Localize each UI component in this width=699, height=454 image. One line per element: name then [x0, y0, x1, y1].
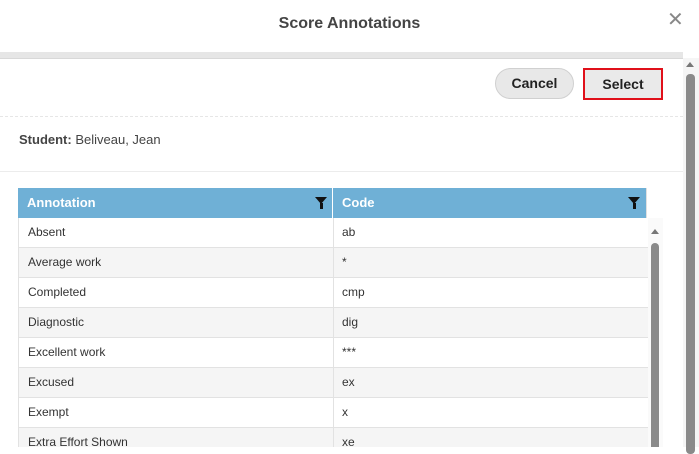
column-header-annotation[interactable]: Annotation — [19, 188, 333, 218]
code-cell: xe — [342, 435, 355, 447]
filter-icon[interactable] — [315, 197, 327, 209]
dialog-header: Score Annotations ✕ — [0, 0, 699, 52]
close-icon[interactable]: ✕ — [667, 10, 684, 30]
annotations-grid: Annotation Code Absent ab Average work * C… — [18, 188, 663, 447]
table-row[interactable]: Average work * — [18, 248, 648, 278]
code-cell: cmp — [342, 285, 365, 299]
column-header-code[interactable]: Code — [334, 188, 646, 218]
divider — [0, 116, 683, 117]
table-row[interactable]: Excused ex — [18, 368, 648, 398]
annotation-cell: Exempt — [18, 398, 334, 427]
column-header-label: Code — [342, 195, 375, 210]
annotation-cell: Excellent work — [18, 338, 334, 367]
grid-header: Annotation Code — [18, 188, 663, 218]
annotation-cell: Excused — [18, 368, 334, 397]
code-cell: ex — [342, 375, 355, 389]
student-info: Student: Beliveau, Jean — [19, 132, 161, 147]
annotation-cell: Absent — [18, 218, 334, 247]
table-row[interactable]: Completed cmp — [18, 278, 648, 308]
dialog-scrollbar[interactable] — [683, 58, 699, 454]
column-header-label: Annotation — [27, 195, 96, 210]
table-row[interactable]: Excellent work *** — [18, 338, 648, 368]
header-divider — [0, 52, 683, 59]
code-cell: dig — [342, 315, 359, 329]
annotation-cell: Extra Effort Shown — [18, 428, 334, 447]
annotation-cell: Completed — [18, 278, 334, 307]
scroll-up-arrow-icon[interactable] — [651, 229, 659, 234]
table-row[interactable]: Extra Effort Shown xe — [18, 428, 648, 447]
annotation-cell: Average work — [18, 248, 334, 277]
table-row[interactable]: Absent ab — [18, 218, 648, 248]
student-name: Beliveau, Jean — [75, 132, 161, 147]
dialog-title: Score Annotations — [278, 15, 421, 32]
header-spacer — [646, 188, 663, 218]
cancel-button[interactable]: Cancel — [495, 68, 574, 99]
table-row[interactable]: Diagnostic dig — [18, 308, 648, 338]
code-cell: * — [342, 255, 347, 269]
scrollbar-thumb[interactable] — [651, 243, 659, 447]
select-button[interactable]: Select — [583, 68, 663, 100]
grid-rows: Absent ab Average work * Completed cmp Diag… — [18, 218, 648, 447]
annotation-cell: Diagnostic — [18, 308, 334, 337]
grid-scrollbar[interactable] — [648, 218, 663, 447]
code-cell: x — [342, 405, 348, 419]
filter-icon[interactable] — [628, 197, 640, 209]
scroll-up-arrow-icon[interactable] — [686, 62, 694, 67]
divider — [0, 171, 683, 172]
code-cell: *** — [342, 345, 357, 359]
table-row[interactable]: Exempt x — [18, 398, 648, 428]
scrollbar-thumb[interactable] — [686, 74, 695, 454]
student-label: Student: — [19, 132, 72, 147]
code-cell: ab — [342, 225, 356, 239]
